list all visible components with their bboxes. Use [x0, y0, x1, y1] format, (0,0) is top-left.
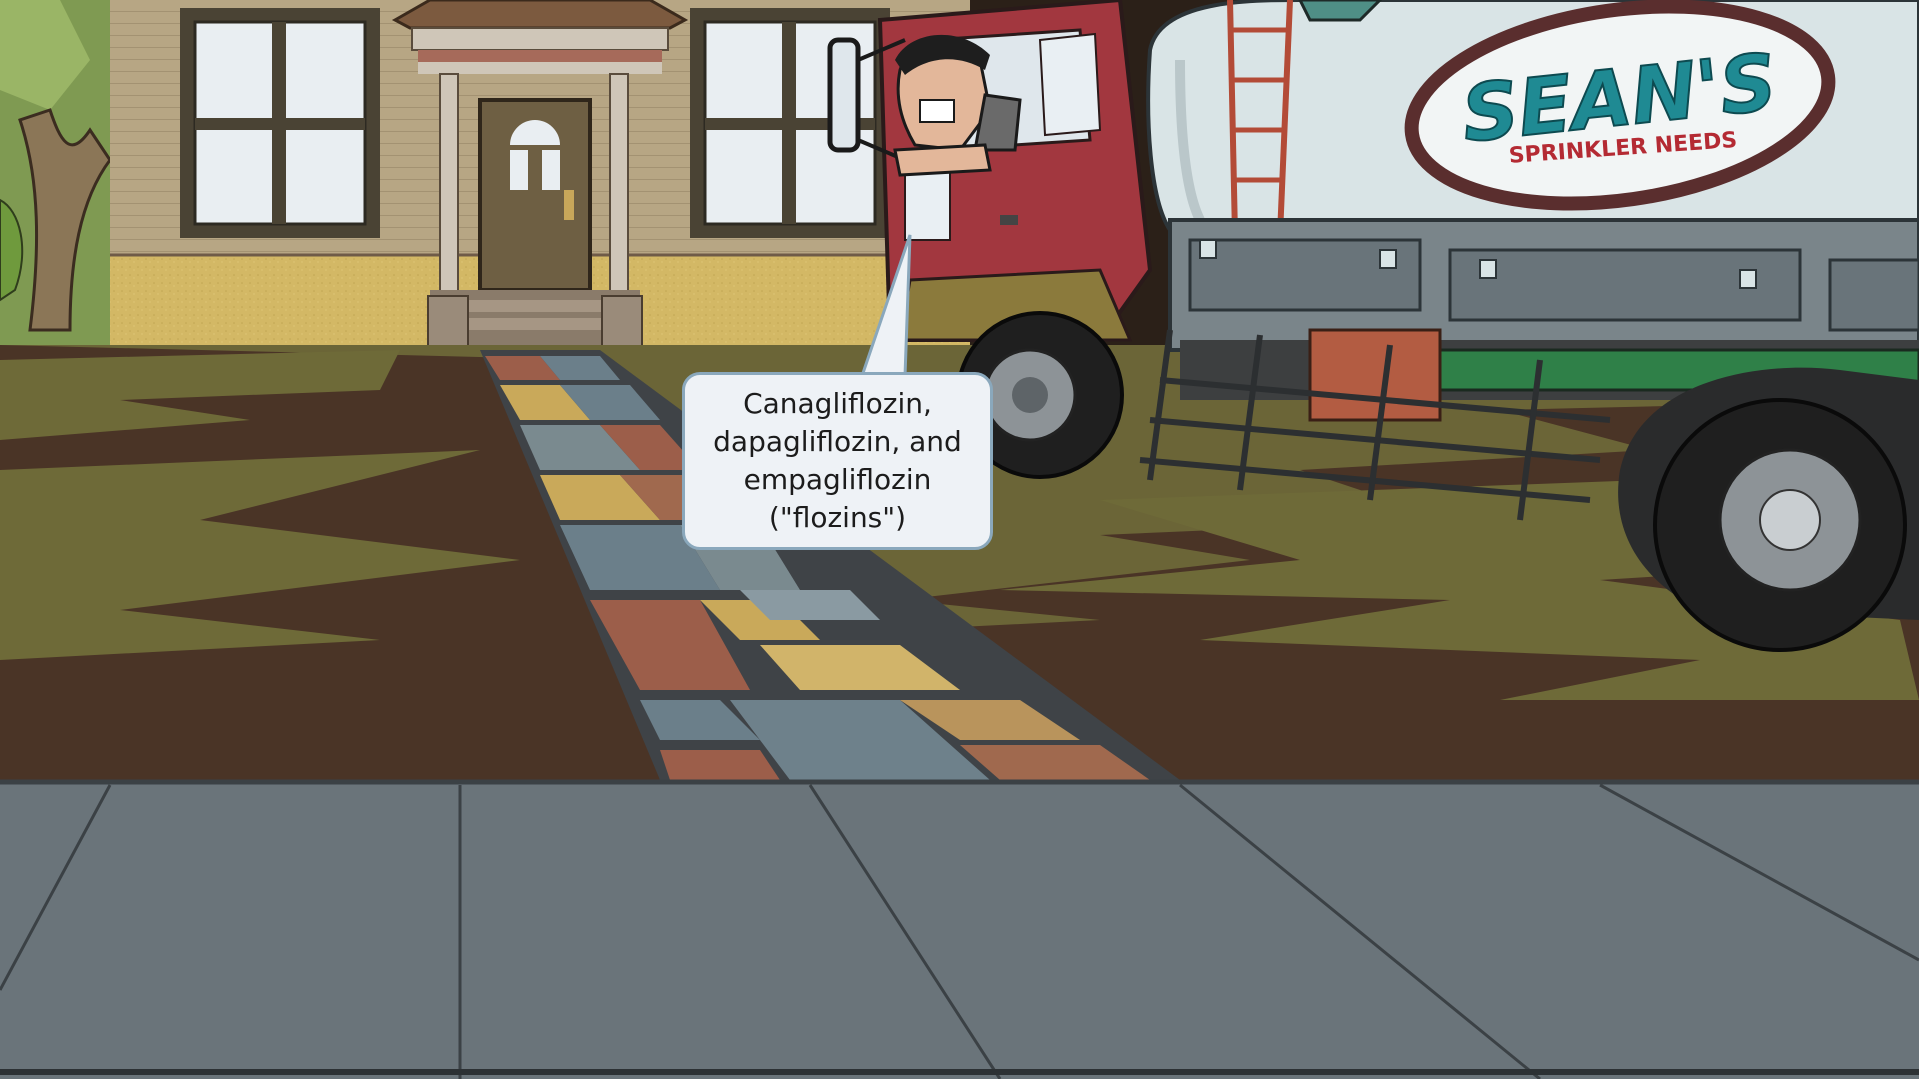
speech-bubble-line-4: ("flozins"): [768, 501, 907, 534]
background-tree: [0, 0, 115, 350]
sidewalk: [0, 779, 1919, 1079]
house-window-left: [180, 8, 380, 238]
speech-bubble-line-1: Canagliflozin,: [743, 387, 932, 420]
speech-bubble-line-2: dapagliflozin, and: [713, 425, 962, 458]
speech-bubble: Canagliflozin, dapagliflozin, and empagl…: [682, 372, 993, 550]
speech-bubble-line-3: empagliflozin: [743, 463, 932, 496]
